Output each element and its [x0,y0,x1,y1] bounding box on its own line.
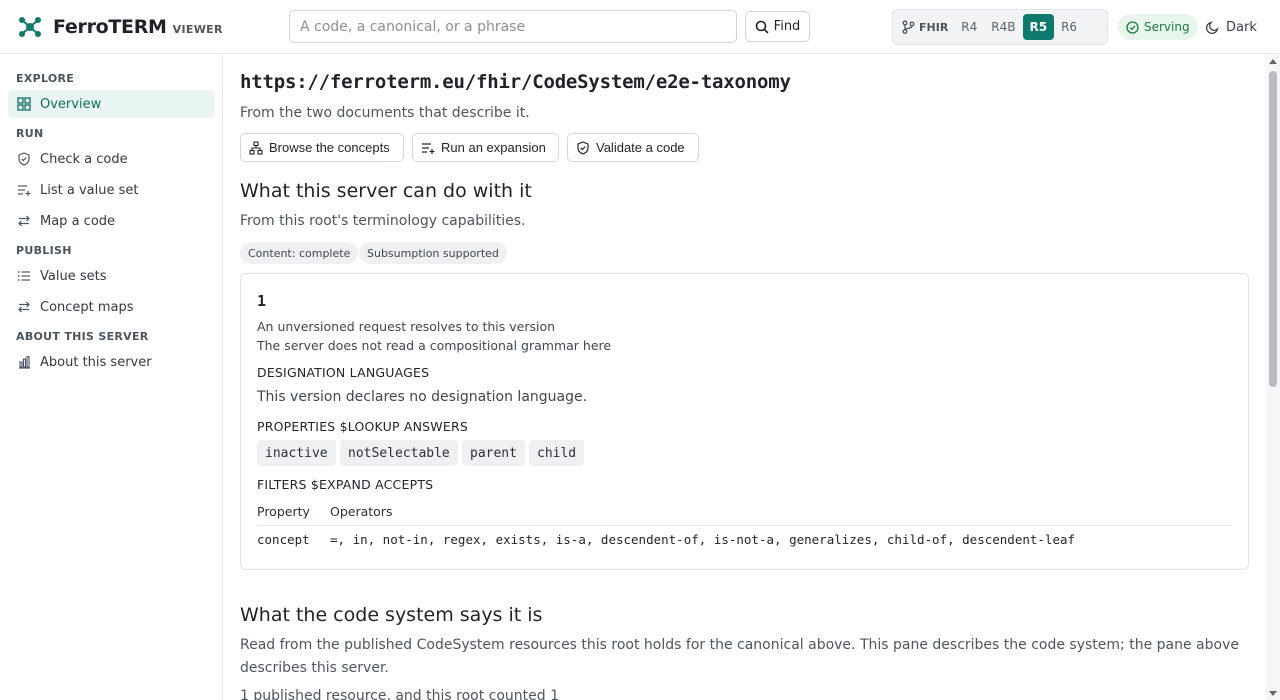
property-chip: parent [462,440,525,466]
browse-concepts-label: Browse the concepts [269,140,390,155]
canonical-url: https://ferroterm.eu/fhir/CodeSystem/e2e… [240,71,791,93]
sidebar-item-label: List a value set [40,182,139,198]
server-section-subtitle: From this root's terminology capabilitie… [240,213,526,229]
codesystem-description: Read from the published CodeSystem resou… [240,637,1239,676]
property-chip: notSelectable [340,440,458,466]
find-button[interactable]: Find [745,11,810,42]
section-heading-about: ABOUT THIS SERVER [16,330,149,343]
sidebar: EXPLORE Overview RUN Check a code List a… [0,55,223,700]
fhir-label: FHIR [897,20,954,34]
browse-concepts-button[interactable]: Browse the concepts [240,133,404,162]
content-badge: Content: complete [240,242,359,264]
check-circle-icon [1126,20,1139,34]
version-card: 1 An unversioned request resolves to thi… [240,273,1249,570]
sidebar-item-about-server[interactable]: About this server [8,348,215,376]
theme-label: Dark [1226,19,1257,35]
fhir-text: FHIR [919,20,949,34]
run-expansion-button[interactable]: Run an expansion [412,133,559,162]
sidebar-item-label: Concept maps [40,299,134,315]
table-divider [257,525,1232,526]
server-section-title: What this server can do with it [240,180,532,202]
status-text: Serving [1144,20,1190,34]
git-branch-icon [902,20,915,34]
codesystem-section-title: What the code system says it is [240,604,543,626]
search-icon [755,20,769,34]
validate-code-button[interactable]: Validate a code [567,133,699,162]
run-expansion-label: Run an expansion [441,140,546,155]
section-heading-explore: EXPLORE [16,72,75,85]
section-heading-publish: PUBLISH [16,244,72,257]
theme-toggle[interactable]: Dark [1206,14,1257,40]
sitemap-icon [249,140,263,155]
list-icon [17,271,30,281]
sidebar-item-label: About this server [40,354,152,370]
version-note: An unversioned request resolves to this … [257,319,556,334]
shield-check-icon [18,152,30,166]
filters-heading: FILTERS $EXPAND ACCEPTS [257,477,434,492]
designation-heading: DESIGNATION LANGUAGES [257,365,430,380]
sidebar-item-overview[interactable]: Overview [8,90,215,118]
moon-icon [1206,21,1219,34]
bar-chart-icon [19,355,30,369]
property-chip: inactive [257,440,336,466]
sidebar-item-value-sets[interactable]: Value sets [8,262,215,290]
property-chip: child [529,440,585,466]
status-badge: Serving [1118,14,1198,40]
sidebar-item-label: Check a code [40,151,128,167]
column-header-operators: Operators [330,504,393,519]
validate-code-label: Validate a code [596,140,685,155]
version-r5[interactable]: R5 [1022,14,1055,40]
grammar-note: The server does not read a compositional… [257,338,612,353]
main-content: https://ferroterm.eu/fhir/CodeSystem/e2e… [224,55,1266,700]
brand[interactable]: FerroTERM VIEWER [17,14,223,40]
scroll-up-arrow[interactable] [1269,59,1277,64]
find-label: Find [773,19,801,34]
sidebar-item-label: Value sets [40,268,107,284]
shield-check-icon [577,140,589,155]
top-bar: FerroTERM VIEWER Find FHIR R4 R4B R5 R6 … [0,0,1280,54]
filter-operators-cell: =, in, not-in, regex, exists, is-a, desc… [330,532,1076,547]
version-number: 1 [257,292,267,310]
version-r4[interactable]: R4 [954,14,984,40]
canonical-subtitle: From the two documents that describe it. [240,105,530,121]
version-r4b[interactable]: R4B [984,14,1022,40]
scroll-down-arrow[interactable] [1269,691,1277,696]
sidebar-item-check-code[interactable]: Check a code [8,145,215,173]
brand-subtitle: VIEWER [172,23,223,36]
designation-text: This version declares no designation lan… [257,389,588,405]
arrows-swap-icon [18,215,30,227]
scroll-thumb[interactable] [1269,71,1277,387]
logo-icon [19,17,41,37]
sidebar-item-list-value-set[interactable]: List a value set [8,176,215,204]
list-plus-icon [422,142,435,154]
filter-property-cell: concept [257,532,310,547]
grid-icon [17,97,31,111]
arrows-swap-icon [18,301,30,313]
section-heading-run: RUN [16,127,44,140]
main-scrollbar[interactable] [1266,55,1280,700]
brand-name: FerroTERM [53,16,167,38]
sidebar-item-label: Overview [40,96,102,112]
list-plus-icon [18,185,31,196]
fhir-version-selector: FHIR R4 R4B R5 R6 [892,9,1108,45]
search-input[interactable] [289,10,737,43]
version-r6[interactable]: R6 [1054,14,1084,40]
subsumption-badge: Subsumption supported [359,242,507,264]
sidebar-item-concept-maps[interactable]: Concept maps [8,293,215,321]
column-header-property: Property [257,504,310,519]
properties-heading: PROPERTIES $LOOKUP ANSWERS [257,419,468,434]
codesystem-count-line: 1 published resource, and this root coun… [240,688,560,700]
sidebar-item-label: Map a code [40,213,116,229]
sidebar-item-map-code[interactable]: Map a code [8,207,215,235]
